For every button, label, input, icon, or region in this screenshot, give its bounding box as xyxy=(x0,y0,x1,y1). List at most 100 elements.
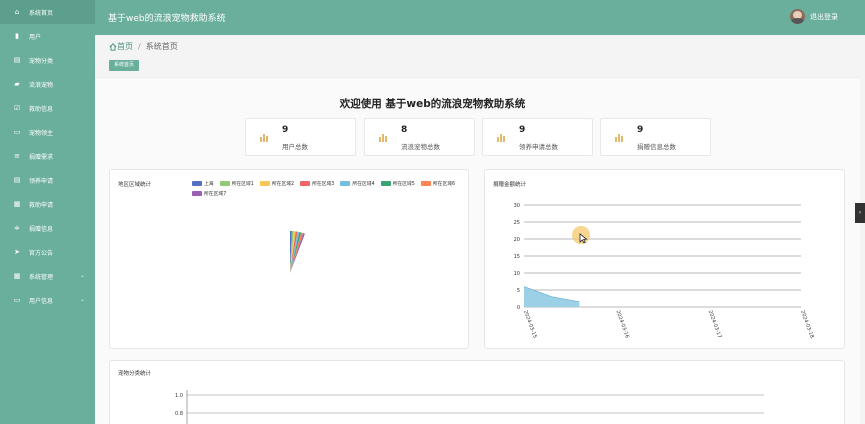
legend-swatch xyxy=(219,181,230,186)
stat-label: 领养申请总数 xyxy=(519,143,558,151)
legend-item[interactable]: 所在区域3 xyxy=(300,180,334,187)
welcome-heading: 欢迎使用 基于web的流浪宠物救助系统 xyxy=(339,98,526,110)
sidebar-item-9[interactable]: ≑ 捐赠信息 xyxy=(0,216,95,240)
home-icon xyxy=(109,42,117,51)
x-tick-label: 2024-03-17 xyxy=(707,310,723,339)
stat-value: 9 xyxy=(637,125,644,135)
user-avatar[interactable] xyxy=(790,9,805,24)
legend-swatch xyxy=(259,181,270,186)
sidebar-item-1[interactable]: ▮ 用户 xyxy=(0,24,95,48)
breadcrumb-home-label: 首页 xyxy=(117,42,133,51)
list-icon: ≡ xyxy=(14,152,20,160)
sidebar-item-label: 流浪宠物 xyxy=(29,81,54,89)
stat-card-stray-pets: 8 流浪宠物总数 xyxy=(364,118,475,156)
stats-icon xyxy=(379,134,388,142)
sidebar-item-11[interactable]: ▦ 系统管理 ⌄ xyxy=(0,264,95,288)
sidebar-item-label: 捐赠需求 xyxy=(29,153,54,161)
top-header: 基于web的流浪宠物救助系统 退出登录 xyxy=(95,0,865,35)
y-tick-label: 15 xyxy=(514,254,520,260)
y-tick-label: 0.8 xyxy=(175,411,183,417)
sidebar-item-7[interactable]: ▤ 领养申请 xyxy=(0,168,95,192)
legend-swatch xyxy=(340,181,351,186)
legend-label: 所在区域3 xyxy=(312,182,335,187)
desktop-icon: ▭ xyxy=(13,296,21,304)
y-tick-label: 30 xyxy=(514,203,520,209)
sidebar-item-0[interactable]: ⌂ 系统首页 xyxy=(0,0,95,24)
y-tick-label: 1.0 xyxy=(175,393,183,399)
tab-home[interactable]: 系统首页 xyxy=(109,60,140,71)
breadcrumb-separator: / xyxy=(138,42,141,51)
stat-card-donations: 9 捐赠信息总数 xyxy=(600,118,711,156)
collapse-arrow-icon[interactable]: ‹ xyxy=(855,203,865,223)
legend-label: 所在区域2 xyxy=(271,182,295,187)
sidebar-item-label: 系统管理 xyxy=(29,273,54,281)
stat-label: 流浪宠物总数 xyxy=(401,143,440,151)
sidebar-item-3[interactable]: ▰ 流浪宠物 xyxy=(0,72,95,96)
desktop-icon: ▭ xyxy=(13,128,21,136)
legend-swatch xyxy=(192,191,202,196)
legend-label: 所在区域4 xyxy=(352,182,375,187)
legend-label: 所在区域1 xyxy=(231,182,254,187)
mouse-cursor-icon xyxy=(579,233,588,244)
breadcrumb-current: 系统首页 xyxy=(145,42,178,51)
sidebar: ⌂ 系统首页 ▮ 用户 ▤ 宠物分类 ▰ 流浪宠物 ☑ 救助信息 ▭ 宠物领主 ≡ 捐赠需求 ▤ 领养申请 ▦ 救… xyxy=(0,0,95,424)
breadcrumb-home[interactable]: 首页 xyxy=(109,41,133,52)
y-tick-label: 20 xyxy=(514,237,520,243)
sidebar-item-5[interactable]: ▭ 宠物领主 xyxy=(0,120,95,144)
sidebar-item-12[interactable]: ▭ 用户信息 ⌄ xyxy=(0,288,95,312)
breadcrumb: 首页 / 系统首页 xyxy=(109,41,178,52)
sidebar-item-label: 宠物分类 xyxy=(29,57,54,65)
sidebar-item-6[interactable]: ≡ 捐赠需求 xyxy=(0,144,95,168)
legend-item[interactable]: 所在区域2 xyxy=(259,180,295,187)
stat-value: 8 xyxy=(401,125,408,135)
y-tick-label: 10 xyxy=(514,271,520,277)
chevron-down-icon: ⌄ xyxy=(79,272,85,279)
stats-icon xyxy=(615,134,624,142)
legend-item[interactable]: 所在区域6 xyxy=(420,180,455,187)
sidebar-item-label: 用户 xyxy=(29,33,42,41)
stat-label: 捐赠信息总数 xyxy=(637,143,676,151)
sidebar-item-8[interactable]: ▦ 救助申请 xyxy=(0,192,95,216)
category-chart-title: 宠物分类统计 xyxy=(118,371,152,377)
sidebar-item-label: 宠物领主 xyxy=(29,129,54,137)
y-tick-label: 5 xyxy=(517,288,520,294)
stat-label: 用户总数 xyxy=(282,143,308,151)
stat-value: 9 xyxy=(519,125,526,135)
stat-value: 9 xyxy=(282,125,289,135)
region-chart-title: 地区区域统计 xyxy=(118,182,152,188)
sidebar-item-2[interactable]: ▤ 宠物分类 xyxy=(0,48,95,72)
car-icon: ▰ xyxy=(14,80,20,88)
x-tick-label: 2024-03-16 xyxy=(614,310,630,339)
legend-label: 所在区域5 xyxy=(392,182,415,187)
sidebar-item-label: 官方公告 xyxy=(29,249,54,257)
grid-icon: ▦ xyxy=(13,200,21,208)
y-tick-label: 0 xyxy=(517,305,520,311)
legend-item[interactable]: 所在区域7 xyxy=(192,190,226,197)
sidebar-item-label: 用户信息 xyxy=(29,297,54,305)
legend-item[interactable]: 上海 xyxy=(192,180,214,187)
region-chart-legend: 上海 所在区域1 所在区域2 所在区域3 所在区域4 所在区域5 所在区域6 所在区域7 xyxy=(192,180,462,200)
legend-swatch xyxy=(380,181,391,186)
legend-label: 所在区域7 xyxy=(204,192,227,197)
stat-card-users: 9 用户总数 xyxy=(245,118,356,156)
logout-button[interactable]: 退出登录 xyxy=(810,12,838,22)
x-tick-label: 2024-03-15 xyxy=(522,310,538,339)
clipboard-icon: ▤ xyxy=(13,176,21,184)
app-title: 基于web的流浪宠物救助系统 xyxy=(108,14,226,24)
category-bar-chart: 0.8 1.0 xyxy=(175,390,764,424)
donation-chart-title: 捐赠金额统计 xyxy=(493,182,527,188)
sidebar-item-label: 捐赠信息 xyxy=(29,225,54,233)
region-pie-chart xyxy=(290,231,305,273)
legend-item[interactable]: 所在区域5 xyxy=(380,180,415,187)
send-icon: ➤ xyxy=(14,248,20,256)
sidebar-item-10[interactable]: ➤ 官方公告 xyxy=(0,240,95,264)
y-tick-label: 25 xyxy=(514,220,520,226)
chevron-down-icon: ⌄ xyxy=(79,296,85,303)
home-icon: ⌂ xyxy=(14,8,20,16)
bar-chart-icon: ▮ xyxy=(15,32,19,40)
sliders-icon: ≑ xyxy=(14,224,20,232)
legend-item[interactable]: 所在区域4 xyxy=(340,180,375,187)
legend-swatch xyxy=(192,181,202,186)
legend-item[interactable]: 所在区域1 xyxy=(219,180,254,187)
sidebar-item-label: 系统首页 xyxy=(29,9,54,17)
